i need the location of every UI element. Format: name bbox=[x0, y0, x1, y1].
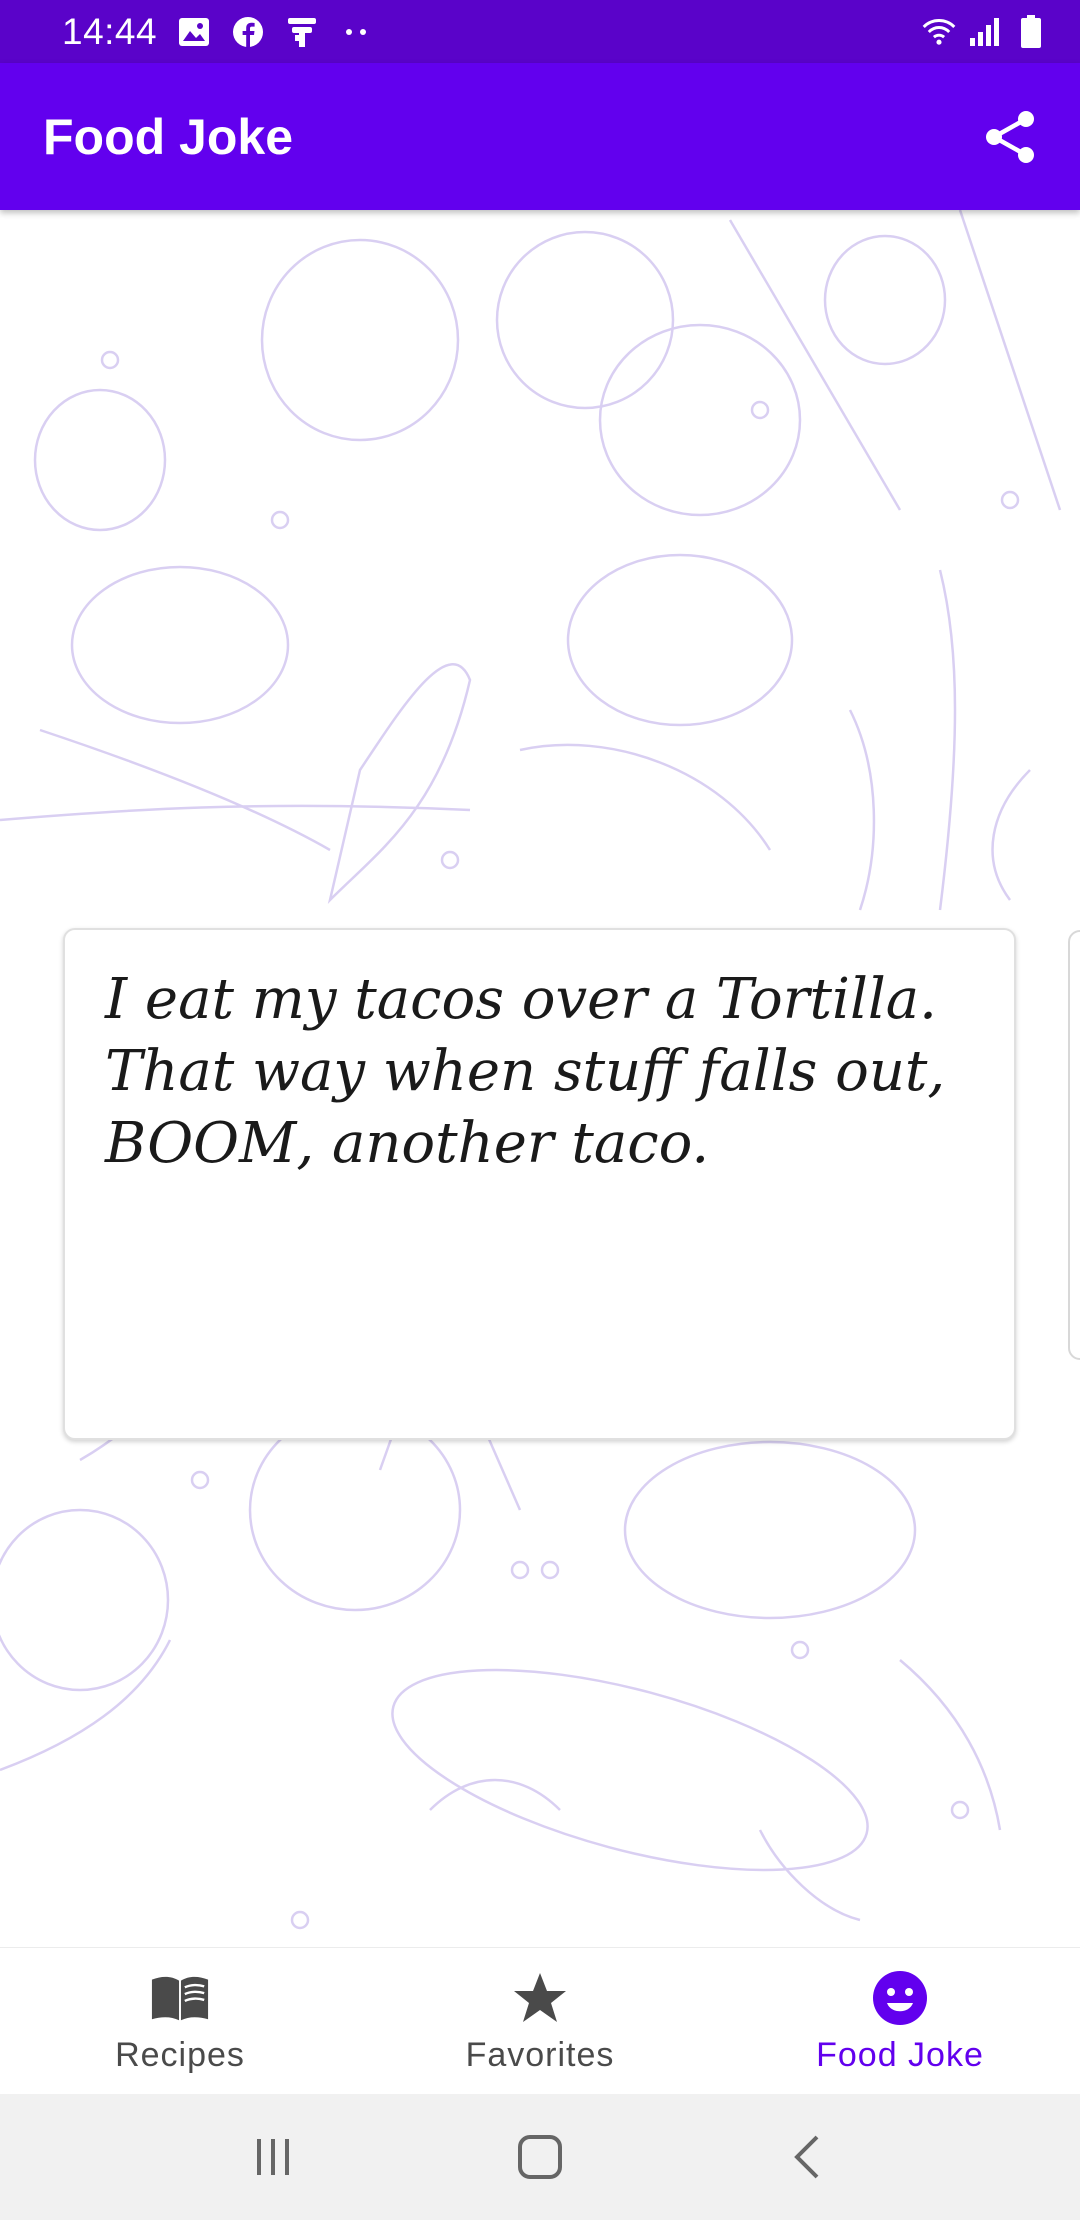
more-dots-icon bbox=[339, 15, 373, 49]
nav-label-favorites: Favorites bbox=[465, 2035, 615, 2074]
nav-label-recipes: Recipes bbox=[115, 2035, 245, 2074]
status-time: 14:44 bbox=[62, 10, 158, 52]
status-right bbox=[922, 14, 1048, 49]
back-icon bbox=[793, 2135, 819, 2179]
recents-button[interactable] bbox=[233, 2117, 313, 2197]
page-title: Food Joke bbox=[43, 108, 294, 165]
recents-icon bbox=[257, 2139, 290, 2175]
image-icon bbox=[177, 15, 211, 49]
back-button[interactable] bbox=[767, 2117, 847, 2197]
home-button[interactable] bbox=[500, 2117, 580, 2197]
status-bar: 14:44 bbox=[0, 0, 1080, 63]
home-icon bbox=[517, 2135, 562, 2179]
smiley-icon bbox=[870, 1968, 930, 2028]
next-card-edge bbox=[1068, 930, 1080, 1360]
signal-icon bbox=[968, 15, 1002, 49]
status-left: 14:44 bbox=[62, 11, 373, 53]
system-navigation-bar bbox=[0, 2094, 1080, 2220]
facebook-icon bbox=[231, 15, 265, 49]
joke-card: I eat my tacos over a Tortilla. That way… bbox=[63, 928, 1016, 1440]
wifi-icon bbox=[922, 15, 956, 49]
app-bar: Food Joke bbox=[0, 63, 1080, 210]
nav-item-food-joke[interactable]: Food Joke bbox=[720, 1948, 1080, 2094]
pin-icon bbox=[285, 15, 319, 49]
joke-text: I eat my tacos over a Tortilla. That way… bbox=[105, 967, 946, 1176]
nav-item-recipes[interactable]: Recipes bbox=[0, 1948, 360, 2094]
star-icon bbox=[510, 1968, 570, 2028]
joke-content-area: I eat my tacos over a Tortilla. That way… bbox=[0, 210, 1080, 1947]
share-icon bbox=[986, 110, 1034, 163]
share-button[interactable] bbox=[974, 101, 1046, 173]
nav-label-food-joke: Food Joke bbox=[816, 2035, 984, 2074]
battery-icon bbox=[1014, 14, 1048, 49]
bottom-navigation: Recipes Favorites Food Joke bbox=[0, 1947, 1080, 2094]
nav-item-favorites[interactable]: Favorites bbox=[360, 1948, 720, 2094]
book-icon bbox=[150, 1968, 210, 2028]
